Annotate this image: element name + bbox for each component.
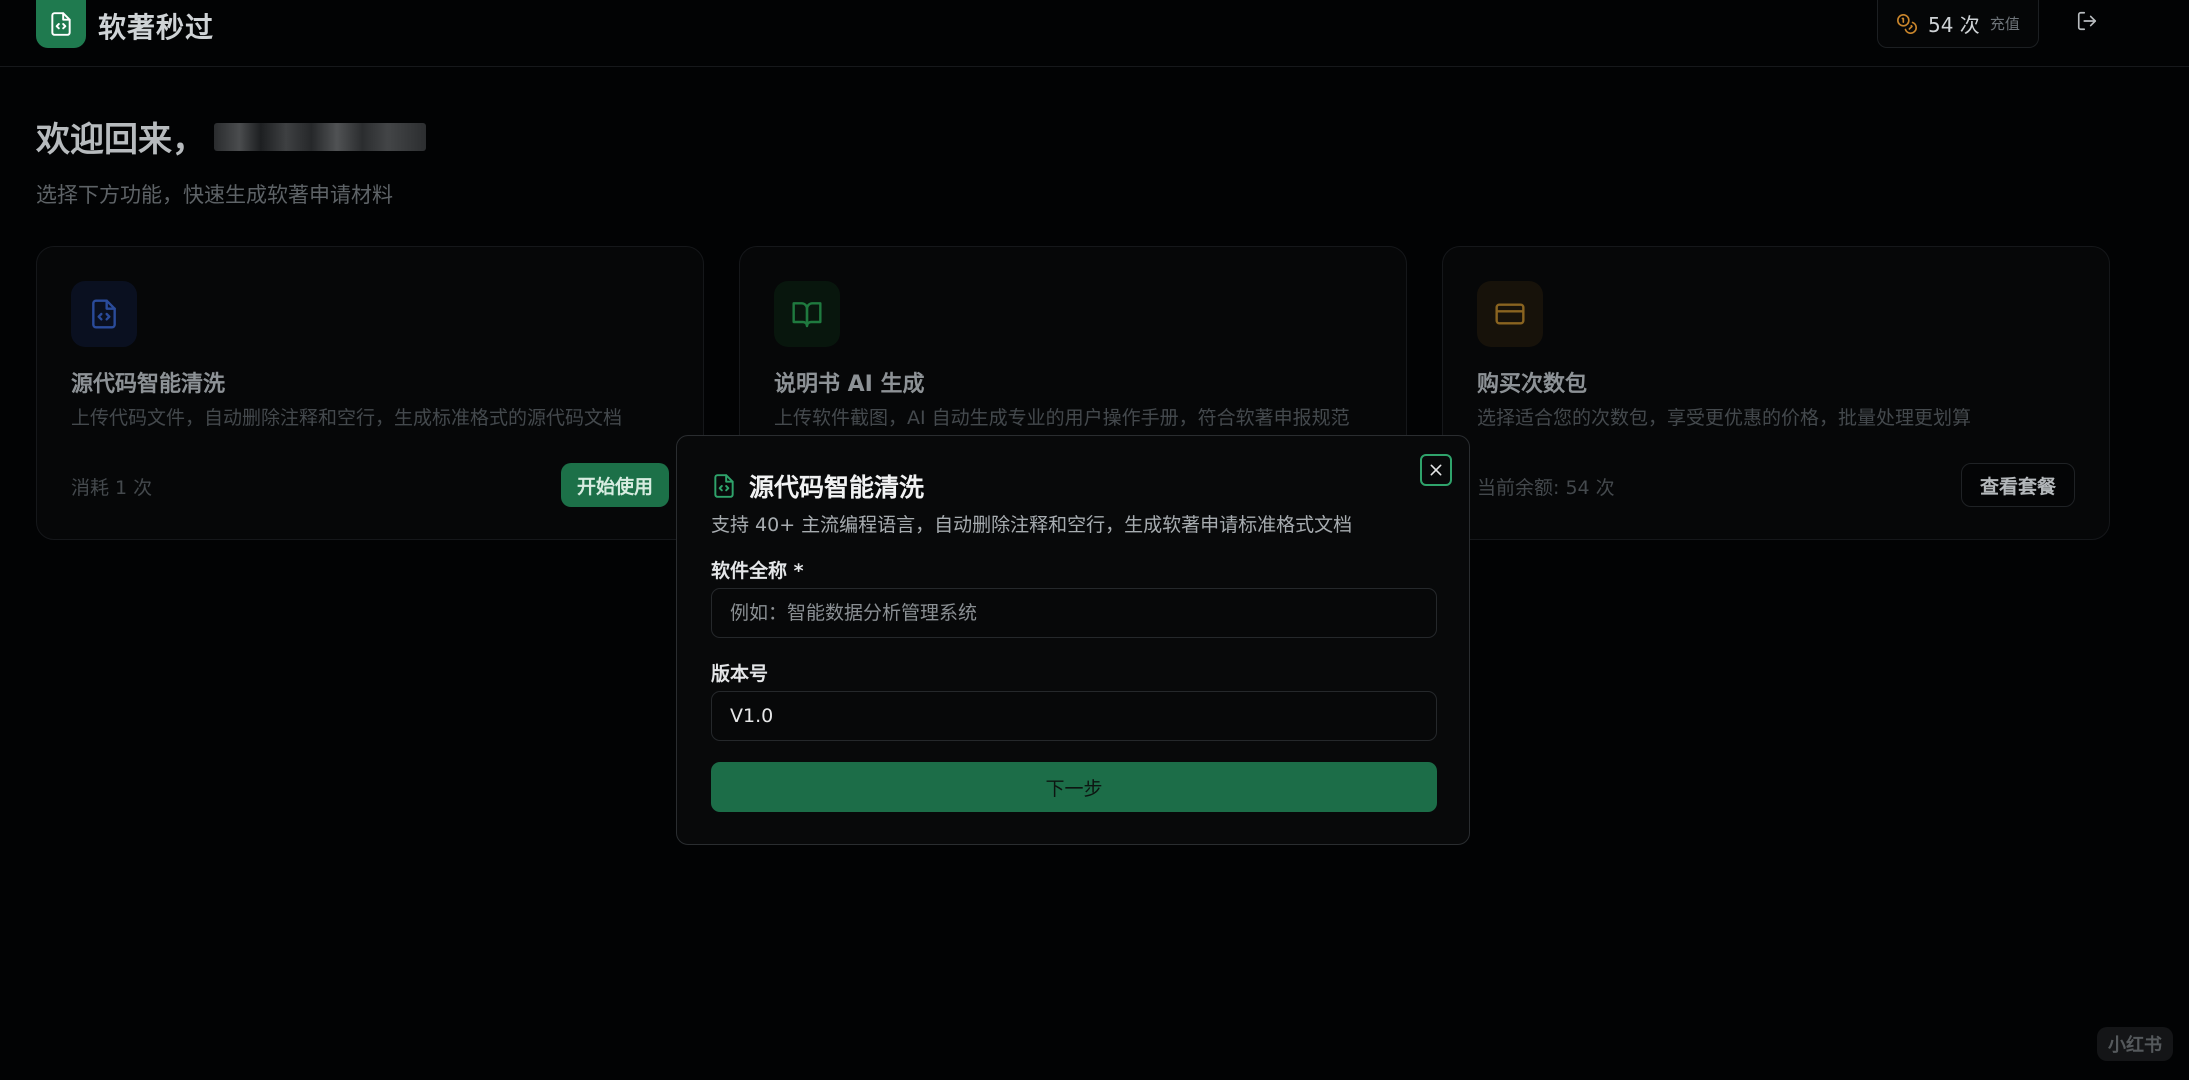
close-button[interactable] <box>1420 454 1452 486</box>
card-icon-box <box>1477 281 1543 347</box>
logout-button[interactable] <box>2070 4 2104 38</box>
book-open-icon <box>792 302 822 328</box>
code-clean-dialog: 源代码智能清洗 支持 40+ 主流编程语言，自动删除注释和空行，生成软著申请标准… <box>676 435 1470 845</box>
software-name-label: 软件全称 * <box>711 560 804 582</box>
view-packages-button[interactable]: 查看套餐 <box>1960 463 2075 507</box>
file-code-icon <box>714 474 734 498</box>
app-title: 软著秒过 <box>98 11 215 44</box>
card-title: 说明书 AI 生成 <box>774 372 925 397</box>
card-title: 购买次数包 <box>1477 372 1588 397</box>
redacted-username <box>214 122 426 151</box>
credit-card-icon <box>1495 303 1525 325</box>
file-code-icon <box>51 12 71 36</box>
card-description: 上传软件截图，AI 自动生成专业的用户操作手册，符合软著申报规范 <box>774 407 1350 429</box>
card-icon-box <box>71 281 137 347</box>
start-button[interactable]: 开始使用 <box>560 463 669 507</box>
watermark-logo: 小红书 <box>2097 1027 2173 1061</box>
close-icon <box>1430 464 1442 476</box>
credits-count: 54 次 <box>1928 13 1980 37</box>
feature-card-code-clean: 源代码智能清洗 上传代码文件，自动删除注释和空行，生成标准格式的源代码文档 消耗… <box>36 246 704 540</box>
card-icon-box <box>774 281 840 347</box>
app-page: 软著秒过 54 次 充值 欢迎回来， 选择下方功能，快速生成软著申请材料 源代码… <box>0 0 2189 1080</box>
card-balance: 当前余额: 54 次 <box>1477 477 1615 499</box>
top-bar: 软著秒过 54 次 充值 <box>0 0 2189 67</box>
welcome-subtitle: 选择下方功能，快速生成软著申请材料 <box>36 183 393 207</box>
file-code-icon <box>92 299 116 329</box>
card-description: 选择适合您的次数包，享受更优惠的价格，批量处理更划算 <box>1477 407 1972 429</box>
card-description: 上传代码文件，自动删除注释和空行，生成标准格式的源代码文档 <box>71 407 623 429</box>
card-cost: 消耗 1 次 <box>71 477 153 499</box>
welcome-title: 欢迎回来， <box>36 112 426 161</box>
dialog-header: 源代码智能清洗 <box>711 468 924 504</box>
dialog-title: 源代码智能清洗 <box>749 473 925 502</box>
logout-icon <box>2077 11 2097 31</box>
version-input[interactable] <box>711 691 1437 741</box>
recharge-link[interactable]: 充值 <box>1990 13 2020 34</box>
welcome-section: 欢迎回来， 选择下方功能，快速生成软著申请材料 <box>36 112 426 209</box>
credits-balance-button[interactable]: 54 次 充值 <box>1877 0 2039 48</box>
next-step-button[interactable]: 下一步 <box>711 762 1437 812</box>
coins-icon <box>1897 13 1917 34</box>
feature-card-buy-package: 购买次数包 选择适合您的次数包，享受更优惠的价格，批量处理更划算 当前余额: 5… <box>1442 246 2110 540</box>
version-label: 版本号 <box>711 663 769 685</box>
card-title: 源代码智能清洗 <box>71 372 226 397</box>
welcome-greeting: 欢迎回来， <box>36 120 206 160</box>
app-logo[interactable] <box>36 0 86 48</box>
dialog-description: 支持 40+ 主流编程语言，自动删除注释和空行，生成软著申请标准格式文档 <box>711 514 1353 536</box>
software-name-input[interactable] <box>711 588 1437 638</box>
